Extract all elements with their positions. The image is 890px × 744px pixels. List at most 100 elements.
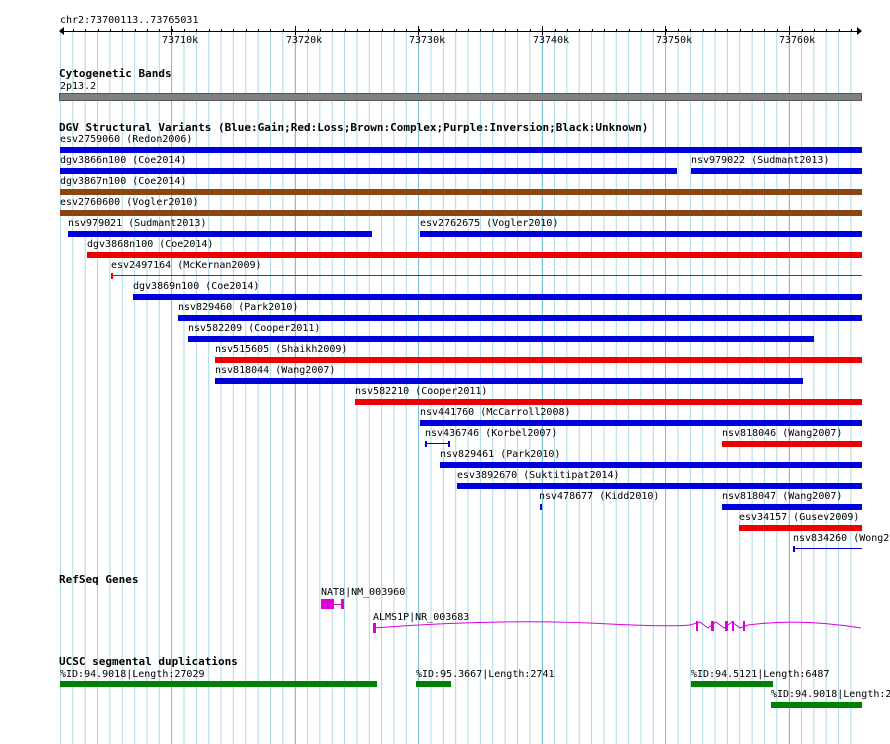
ruler-minor-tick [332, 29, 333, 32]
ruler-minor-tick [814, 29, 815, 32]
dgv-feature-bar[interactable] [355, 399, 862, 405]
dgv-feature-label[interactable]: nsv818046 (Wang2007) [722, 428, 890, 439]
dgv-feature-bar[interactable] [178, 315, 862, 321]
dgv-feature-label[interactable]: nsv436746 (Korbel2007) [425, 428, 557, 439]
dgv-feature-bar[interactable] [60, 168, 677, 174]
ruler-minor-tick [172, 29, 173, 32]
segdup-label-4[interactable]: %ID:94.9018|Length:27029 [771, 689, 890, 700]
dgv-feature-bar[interactable] [420, 231, 862, 237]
ruler-minor-tick [345, 29, 346, 32]
dgv-feature-bar[interactable] [215, 378, 803, 384]
ruler-minor-tick [135, 29, 136, 32]
dgv-feature-bar[interactable] [691, 168, 862, 174]
dgv-feature-bar[interactable] [68, 231, 372, 237]
dgv-feature-label[interactable]: nsv818044 (Wang2007) [215, 365, 335, 376]
dgv-feature-bar[interactable] [87, 252, 862, 258]
dgv-feature-bar[interactable] [420, 420, 862, 426]
segdup-track-title[interactable]: UCSC segmental duplications [59, 656, 238, 668]
ruler-minor-tick [517, 29, 518, 32]
ruler-minor-tick [98, 29, 99, 32]
ruler-minor-tick [456, 29, 457, 32]
segdup-bar-4[interactable] [771, 702, 862, 708]
ruler-minor-tick [270, 29, 271, 32]
ruler-minor-tick [752, 29, 753, 32]
ruler-minor-tick [320, 29, 321, 32]
segdup-label-3[interactable]: %ID:94.5121|Length:6487 [691, 669, 829, 680]
dgv-feature-label[interactable]: nsv829461 (Park2010) [440, 449, 560, 460]
tick-label-73750k: 73750k [656, 35, 693, 46]
dgv-feature-bar[interactable] [722, 504, 862, 510]
gene-label-nat8[interactable]: NAT8|NM_003960 [321, 587, 405, 598]
ruler-right-arrow-icon [857, 27, 862, 35]
ruler-minor-tick [505, 29, 506, 32]
dgv-feature-bar[interactable] [793, 548, 862, 549]
gene-nat8-exon[interactable] [321, 599, 334, 609]
ruler-minor-tick [233, 29, 234, 32]
ruler-minor-tick [209, 29, 210, 32]
ruler-minor-tick [246, 29, 247, 32]
dgv-feature-bar[interactable] [60, 210, 862, 216]
ruler-minor-tick [802, 29, 803, 32]
ruler-minor-tick [468, 29, 469, 32]
dgv-feature-label[interactable]: esv2759060 (Redon2006) [60, 134, 192, 145]
dgv-feature-end-cap [448, 441, 450, 447]
dgv-feature-label[interactable]: dgv3868n100 (Coe2014) [87, 239, 213, 250]
dgv-feature-label[interactable]: dgv3869n100 (Coe2014) [133, 281, 259, 292]
ruler-minor-tick [567, 29, 568, 32]
cytoband-track-title[interactable]: Cytogenetic Bands [59, 68, 172, 80]
ruler-minor-tick [73, 29, 74, 32]
dgv-feature-label[interactable]: nsv582209 (Cooper2011) [188, 323, 320, 334]
dgv-feature-bar[interactable] [739, 525, 862, 531]
ruler-minor-tick [382, 29, 383, 32]
ruler-major-tick [542, 26, 543, 35]
tick-label-73760k: 73760k [779, 35, 816, 46]
dgv-feature-bar[interactable] [188, 336, 814, 342]
dgv-feature-label[interactable]: dgv3867n100 (Coe2014) [60, 176, 186, 187]
dgv-feature-bar[interactable] [425, 443, 449, 444]
dgv-feature-label[interactable]: nsv818047 (Wang2007) [722, 491, 890, 502]
gene-nat8-exon-2[interactable] [341, 599, 344, 609]
segdup-bar-2[interactable] [416, 681, 451, 687]
segdup-bar-3[interactable] [691, 681, 773, 687]
ruler-minor-tick [653, 29, 654, 32]
dgv-feature-label[interactable]: nsv829460 (Park2010) [178, 302, 298, 313]
segdup-label-2[interactable]: %ID:95.3667|Length:2741 [416, 669, 554, 680]
dgv-feature-label[interactable]: nsv979021 (Sudmant2013) [68, 218, 206, 229]
dgv-feature-bar[interactable] [60, 189, 862, 195]
dgv-feature-bar[interactable] [215, 357, 862, 363]
ruler-minor-tick [764, 29, 765, 32]
ruler-minor-tick [419, 29, 420, 32]
dgv-feature-label[interactable]: nsv478677 (Kidd2010) [539, 491, 659, 502]
dgv-feature-bar[interactable] [440, 462, 862, 468]
ruler-minor-tick [641, 29, 642, 32]
dgv-feature-bar[interactable] [457, 483, 862, 489]
dgv-feature-label[interactable]: nsv979022 (Sudmant2013) [691, 155, 829, 166]
dgv-feature-label[interactable]: nsv515605 (Shaikh2009) [215, 344, 347, 355]
dgv-feature-label[interactable]: esv3892670 (Suktitipat2014) [457, 470, 620, 481]
refseq-track-title[interactable]: RefSeq Genes [59, 574, 138, 586]
ruler-minor-tick [196, 29, 197, 32]
ruler-minor-tick [555, 29, 556, 32]
ruler-minor-tick [406, 29, 407, 32]
cytoband-bar[interactable] [59, 93, 862, 101]
dgv-feature-label[interactable]: nsv441760 (McCarroll2008) [420, 407, 571, 418]
ruler-major-tick [789, 26, 790, 35]
dgv-feature-label[interactable]: dgv3866n100 (Coe2014) [60, 155, 186, 166]
dgv-feature-bar[interactable] [60, 147, 862, 153]
dgv-feature-end-cap [111, 273, 113, 279]
dgv-feature-label[interactable]: nsv582210 (Cooper2011) [355, 386, 487, 397]
dgv-feature-bar[interactable] [133, 294, 862, 300]
segdup-bar-1[interactable] [60, 681, 377, 687]
segdup-label-1[interactable]: %ID:94.9018|Length:27029 [60, 669, 205, 680]
dgv-feature-label[interactable]: esv2497164 (McKernan2009) [111, 260, 262, 271]
dgv-feature-bar[interactable] [111, 275, 862, 276]
dgv-feature-bar[interactable] [722, 441, 862, 447]
dgv-feature-label[interactable]: esv34157 (Gusev2009) [739, 512, 890, 523]
tick-label-73740k: 73740k [533, 35, 570, 46]
dgv-track-title[interactable]: DGV Structural Variants (Blue:Gain;Red:L… [59, 122, 648, 134]
dgv-feature-label[interactable]: esv2760600 (Vogler2010) [60, 197, 198, 208]
dgv-feature-label[interactable]: nsv834260 (Wong2007) [793, 533, 890, 544]
dgv-feature-label[interactable]: esv2762675 (Vogler2010) [420, 218, 558, 229]
gene-alms1p-structure[interactable] [370, 618, 862, 636]
dgv-feature-bar[interactable] [540, 504, 542, 510]
